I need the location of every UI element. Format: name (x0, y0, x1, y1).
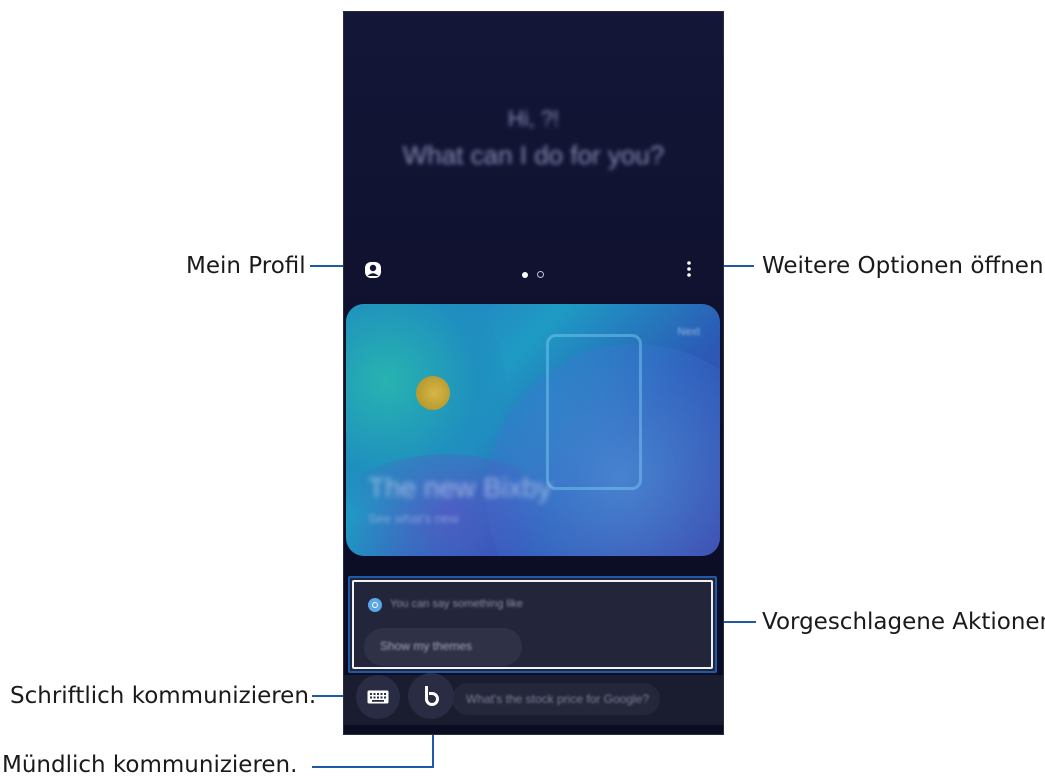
bottom-input-bar: What's the stock price for Google? (344, 675, 723, 725)
keyboard-button[interactable] (356, 675, 400, 719)
card-subtitle: See what's new (368, 511, 459, 526)
greeting-line1: Hi, ?! (507, 106, 560, 131)
profile-icon (365, 262, 381, 278)
greeting-line2: What can I do for you? (402, 140, 665, 170)
suggested-actions-panel: You can say something like Show my theme… (348, 576, 717, 673)
label-my-profile: Mein Profil (186, 253, 306, 279)
callout-line-voice-h (312, 766, 434, 768)
card-tag: Next (677, 326, 700, 338)
suggested-actions-highlight: You can say something like Show my theme… (352, 580, 713, 669)
more-options-icon (687, 261, 691, 277)
card-art-moon (416, 376, 450, 410)
bixby-hint-icon (368, 598, 382, 612)
page-indicator (522, 265, 549, 283)
card-title: The new Bixby (368, 472, 552, 503)
profile-button[interactable] (363, 260, 383, 280)
phone-screen: Hi, ?! What can I do for you? Next The n… (343, 11, 724, 735)
page-dot-inactive (537, 271, 545, 278)
suggested-query-text: What's the stock price for Google? (466, 692, 650, 706)
voice-button[interactable] (408, 673, 454, 719)
suggestion-chip-label: Show my themes (380, 639, 473, 653)
label-type-input: Schriftlich kommunizieren. (10, 683, 317, 709)
suggestion-hint: You can say something like (390, 598, 523, 610)
label-voice-input: Mündlich kommunizieren. (2, 752, 298, 778)
bixby-icon (425, 686, 439, 706)
label-suggested-actions: Vorgeschlagene Aktionen (762, 609, 1045, 635)
feature-card[interactable]: Next The new Bixby See what's new (346, 304, 720, 556)
card-art-phone (546, 334, 642, 490)
keyboard-icon (367, 690, 389, 704)
more-options-button[interactable] (684, 259, 694, 281)
label-more-options: Weitere Optionen öffnen. (762, 253, 1045, 279)
page-dot-active (522, 272, 528, 278)
suggested-query[interactable]: What's the stock price for Google? (452, 683, 660, 715)
suggestion-chip[interactable]: Show my themes (364, 628, 522, 666)
